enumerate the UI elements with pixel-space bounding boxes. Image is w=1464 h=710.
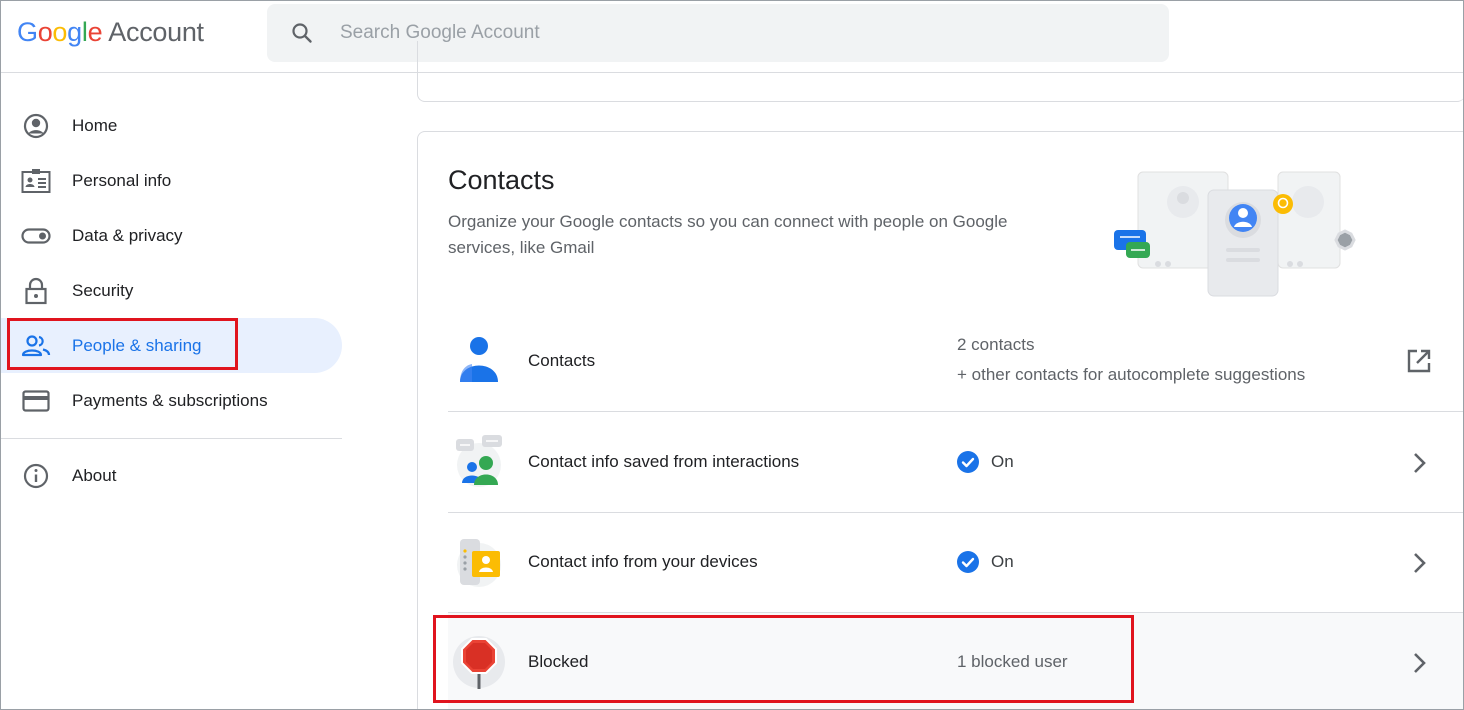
contacts-person-icon	[460, 337, 498, 382]
toggle-icon	[21, 221, 51, 251]
status-text: On	[991, 552, 1014, 571]
check-circle-icon	[957, 551, 979, 573]
logo-letter: G	[17, 17, 38, 47]
previous-card	[417, 41, 1463, 102]
interactions-icon	[456, 435, 502, 487]
devices-icon	[457, 539, 501, 587]
open-in-new-icon[interactable]	[1406, 348, 1432, 374]
contacts-row[interactable]: Contacts 2 contacts + other contacts for…	[448, 312, 1463, 412]
sidebar-item-label: Security	[72, 280, 134, 300]
row-value: 2 contacts + other contacts for autocomp…	[957, 330, 1305, 390]
logo-letter: e	[87, 17, 103, 47]
sidebar-item-label: Payments & subscriptions	[72, 390, 268, 410]
interactions-row[interactable]: Contact info saved from interactions On	[448, 413, 1463, 513]
card-description: Organize your Google contacts so you can…	[448, 212, 1008, 257]
row-label: Contacts	[528, 351, 596, 370]
account-circle-icon	[21, 111, 51, 141]
chevron-right-icon[interactable]	[1406, 450, 1432, 476]
sidebar-item-label: Data & privacy	[72, 225, 183, 245]
sidebar-item-about[interactable]: About	[1, 448, 342, 503]
sidebar-item-data-privacy[interactable]: Data & privacy	[1, 208, 342, 263]
devices-row[interactable]: Contact info from your devices On	[448, 513, 1463, 613]
chevron-right-icon[interactable]	[1406, 650, 1432, 676]
id-card-icon	[21, 166, 51, 196]
sidebar-nav: Home Personal info Data & privacy Securi…	[1, 74, 343, 709]
sidebar-item-label: Home	[72, 115, 118, 135]
chevron-right-icon[interactable]	[1406, 550, 1432, 576]
contacts-illustration	[1114, 171, 1356, 297]
logo-account-text: Account	[108, 17, 204, 47]
row-label: Contact info saved from interactions	[528, 452, 800, 471]
contacts-autocomplete-note: + other contacts for autocomplete sugges…	[957, 365, 1306, 384]
google-account-logo[interactable]: Google Account	[17, 17, 204, 48]
check-circle-icon	[957, 451, 979, 473]
logo-letter: g	[67, 17, 82, 47]
card-title: Contacts	[448, 165, 555, 195]
sidebar-divider	[1, 438, 342, 439]
info-icon	[21, 461, 51, 491]
search-icon[interactable]	[290, 21, 314, 45]
sidebar-item-home[interactable]: Home	[1, 98, 342, 153]
sidebar-item-personal-info[interactable]: Personal info	[1, 153, 342, 208]
row-status: On	[957, 451, 1014, 473]
highlight-box	[433, 615, 1134, 703]
window-frame: Google Account Search Google Account Hom…	[0, 0, 1464, 710]
logo-letter: o	[37, 17, 53, 47]
sidebar-item-label: Personal info	[72, 170, 172, 190]
sidebar-item-label: About	[72, 465, 117, 485]
contacts-count: 2 contacts	[957, 335, 1035, 354]
credit-card-icon	[21, 386, 51, 416]
row-status: On	[957, 551, 1014, 573]
status-text: On	[991, 452, 1014, 471]
highlight-box	[7, 318, 238, 370]
row-label: Contact info from your devices	[528, 552, 758, 571]
lock-icon	[21, 276, 51, 306]
logo-letter: o	[52, 17, 68, 47]
sidebar-item-payments[interactable]: Payments & subscriptions	[1, 373, 342, 428]
sidebar-item-security[interactable]: Security	[1, 263, 342, 318]
